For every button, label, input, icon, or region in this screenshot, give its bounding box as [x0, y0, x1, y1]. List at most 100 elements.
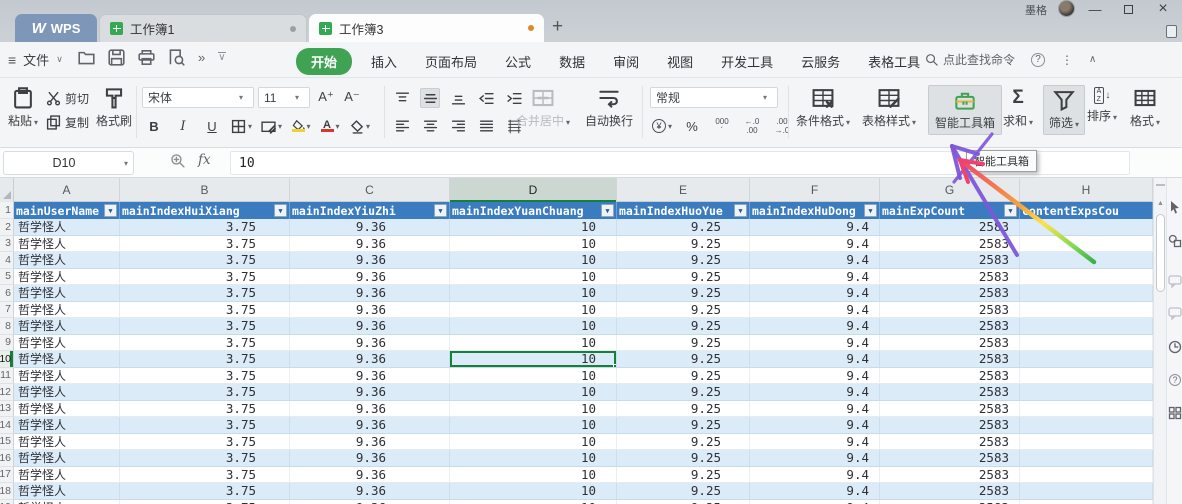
fill-color-button[interactable] [291, 116, 311, 136]
borders-button[interactable] [231, 116, 252, 136]
cell-C18[interactable]: 9.36 [290, 483, 450, 500]
cell-F17[interactable]: 9.4 [750, 467, 880, 484]
row-number-14[interactable]: 14 [0, 417, 14, 434]
column-header-H[interactable]: H [1020, 178, 1153, 202]
row-number-2[interactable]: 2 [0, 219, 14, 236]
cell-E13[interactable]: 9.25 [617, 401, 750, 418]
column-header-G[interactable]: G [880, 178, 1020, 202]
autofilter-dropdown-icon[interactable]: ▼ [864, 204, 877, 217]
cell-H11[interactable] [1020, 368, 1153, 385]
cell-E2[interactable]: 9.25 [617, 219, 750, 236]
ribbon-tab-页面布局[interactable]: 页面布局 [416, 48, 486, 75]
cell-C6[interactable]: 9.36 [290, 285, 450, 302]
cell-E6[interactable]: 9.25 [617, 285, 750, 302]
close-button[interactable]: × [1148, 0, 1178, 18]
autofilter-dropdown-icon[interactable]: ▼ [1004, 204, 1017, 217]
scrollbar-thumb[interactable] [1156, 214, 1165, 292]
row-number-1[interactable]: 1 [0, 202, 14, 219]
cell-H19[interactable] [1020, 500, 1153, 504]
cell-A7[interactable]: 哲学怪人 [14, 302, 120, 319]
format-button[interactable]: 格式 [1130, 87, 1160, 129]
cell-G12[interactable]: 2583 [880, 384, 1020, 401]
cell-G19[interactable]: 2583 [880, 500, 1020, 504]
shapes-tool-icon[interactable] [1168, 234, 1182, 248]
table-header-mainIndexHuiXiang[interactable]: mainIndexHuiXiang▼ [120, 202, 290, 219]
table-header-mainUserName[interactable]: mainUserName▼ [14, 202, 120, 219]
column-header-A[interactable]: A [14, 178, 120, 202]
filter-button[interactable]: 筛选 [1043, 85, 1085, 135]
cell-G15[interactable]: 2583 [880, 434, 1020, 451]
ribbon-tab-公式[interactable]: 公式 [496, 48, 540, 75]
cell-H12[interactable] [1020, 384, 1153, 401]
cell-D13[interactable]: 10 [450, 401, 617, 418]
row-number-4[interactable]: 4 [0, 252, 14, 269]
cell-D8[interactable]: 10 [450, 318, 617, 335]
clear-format-button[interactable] [349, 116, 370, 136]
font-name-select[interactable]: 宋体▾ [142, 87, 254, 108]
cell-D11[interactable]: 10 [450, 368, 617, 385]
open-icon[interactable] [78, 49, 95, 66]
column-header-B[interactable]: B [120, 178, 290, 202]
cell-H4[interactable] [1020, 252, 1153, 269]
thousands-format-button[interactable]: 000´ [712, 116, 732, 136]
ribbon-tab-开发工具[interactable]: 开发工具 [712, 48, 782, 75]
cell-D17[interactable]: 10 [450, 467, 617, 484]
cell-H17[interactable] [1020, 467, 1153, 484]
font-color-button[interactable]: A [320, 116, 340, 136]
cell-D5[interactable]: 10 [450, 269, 617, 286]
cell-B9[interactable]: 3.75 [120, 335, 290, 352]
cell-B17[interactable]: 3.75 [120, 467, 290, 484]
cell-A6[interactable]: 哲学怪人 [14, 285, 120, 302]
user-name[interactable]: 墨格 [1025, 2, 1047, 18]
cell-C17[interactable]: 9.36 [290, 467, 450, 484]
row-number-15[interactable]: 15 [0, 434, 14, 451]
copy-button[interactable]: 复制 [46, 114, 89, 131]
cell-H13[interactable] [1020, 401, 1153, 418]
print-icon[interactable] [138, 49, 155, 66]
cell-B11[interactable]: 3.75 [120, 368, 290, 385]
row-number-10[interactable]: 10 [0, 351, 14, 368]
cell-E14[interactable]: 9.25 [617, 417, 750, 434]
new-tab-button[interactable]: + [552, 16, 563, 38]
cell-A8[interactable]: 哲学怪人 [14, 318, 120, 335]
cell-G13[interactable]: 2583 [880, 401, 1020, 418]
cell-G14[interactable]: 2583 [880, 417, 1020, 434]
decrease-decimal-button[interactable]: .00→.0 [772, 116, 792, 136]
cell-G5[interactable]: 2583 [880, 269, 1020, 286]
justify-button[interactable] [476, 116, 496, 136]
cell-H3[interactable] [1020, 236, 1153, 253]
minimize-button[interactable]: — [1080, 0, 1110, 18]
percent-format-button[interactable]: % [682, 116, 702, 136]
cell-D19[interactable]: 10 [450, 500, 617, 504]
table-header-mainIndexYiuZhi[interactable]: mainIndexYiuZhi▼ [290, 202, 450, 219]
cell-D10[interactable]: 10 [450, 351, 617, 368]
cell-F6[interactable]: 9.4 [750, 285, 880, 302]
cell-A18[interactable]: 哲学怪人 [14, 483, 120, 500]
vertical-scrollbar[interactable]: ▲ [1153, 178, 1166, 504]
autofilter-dropdown-icon[interactable]: ▼ [274, 204, 287, 217]
cell-style-button[interactable] [261, 116, 282, 136]
cell-F3[interactable]: 9.4 [750, 236, 880, 253]
cell-G8[interactable]: 2583 [880, 318, 1020, 335]
cell-A11[interactable]: 哲学怪人 [14, 368, 120, 385]
ribbon-tab-表格工具[interactable]: 表格工具 [859, 48, 929, 75]
cut-button[interactable]: 剪切 [46, 90, 89, 107]
cell-D3[interactable]: 10 [450, 236, 617, 253]
cell-D16[interactable]: 10 [450, 450, 617, 467]
cell-E11[interactable]: 9.25 [617, 368, 750, 385]
cell-G16[interactable]: 2583 [880, 450, 1020, 467]
ribbon-tab-插入[interactable]: 插入 [362, 48, 406, 75]
cell-A12[interactable]: 哲学怪人 [14, 384, 120, 401]
help-circle-icon[interactable]: ? [1169, 374, 1181, 386]
scrollbar-split-handle[interactable] [1156, 184, 1165, 187]
row-number-8[interactable]: 8 [0, 318, 14, 335]
cell-B18[interactable]: 3.75 [120, 483, 290, 500]
cell-C13[interactable]: 9.36 [290, 401, 450, 418]
font-size-select[interactable]: 11▾ [258, 87, 310, 108]
cell-G17[interactable]: 2583 [880, 467, 1020, 484]
cell-C10[interactable]: 9.36 [290, 351, 450, 368]
paste-button[interactable]: 粘贴 [8, 87, 38, 129]
align-center-button[interactable] [420, 116, 440, 136]
ribbon-tab-开始[interactable]: 开始 [296, 48, 352, 75]
conditional-format-button[interactable]: 条件格式 [796, 87, 850, 129]
